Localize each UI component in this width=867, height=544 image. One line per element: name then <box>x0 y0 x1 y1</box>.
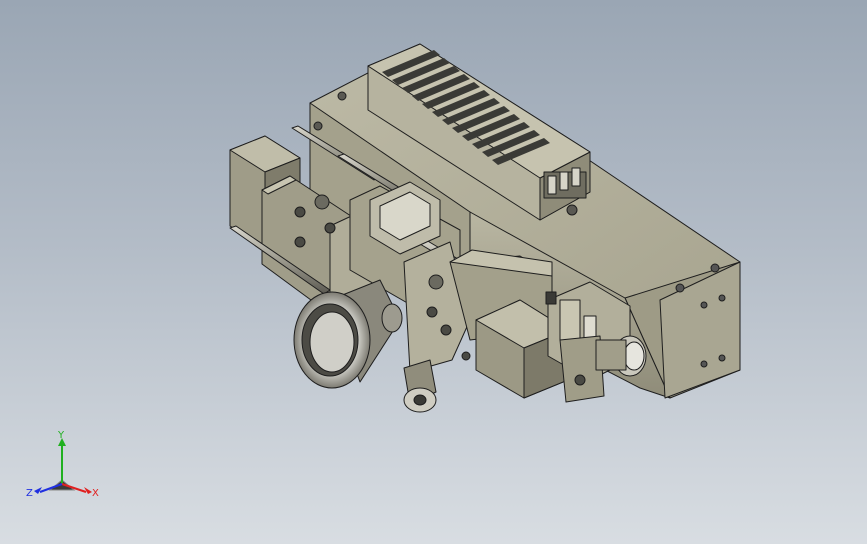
small-cylinder <box>595 335 647 377</box>
axis-y-label: Y <box>57 430 65 441</box>
axis-z-label: Z <box>26 488 33 499</box>
orientation-triad-icon: Y X Z <box>26 430 99 499</box>
cad-viewport[interactable]: Y X Z <box>0 0 867 544</box>
axis-x-label: X <box>92 488 99 499</box>
mechanical-assembly-model[interactable] <box>0 0 867 544</box>
terminal-block <box>543 167 587 199</box>
lower-pulley <box>403 359 437 413</box>
